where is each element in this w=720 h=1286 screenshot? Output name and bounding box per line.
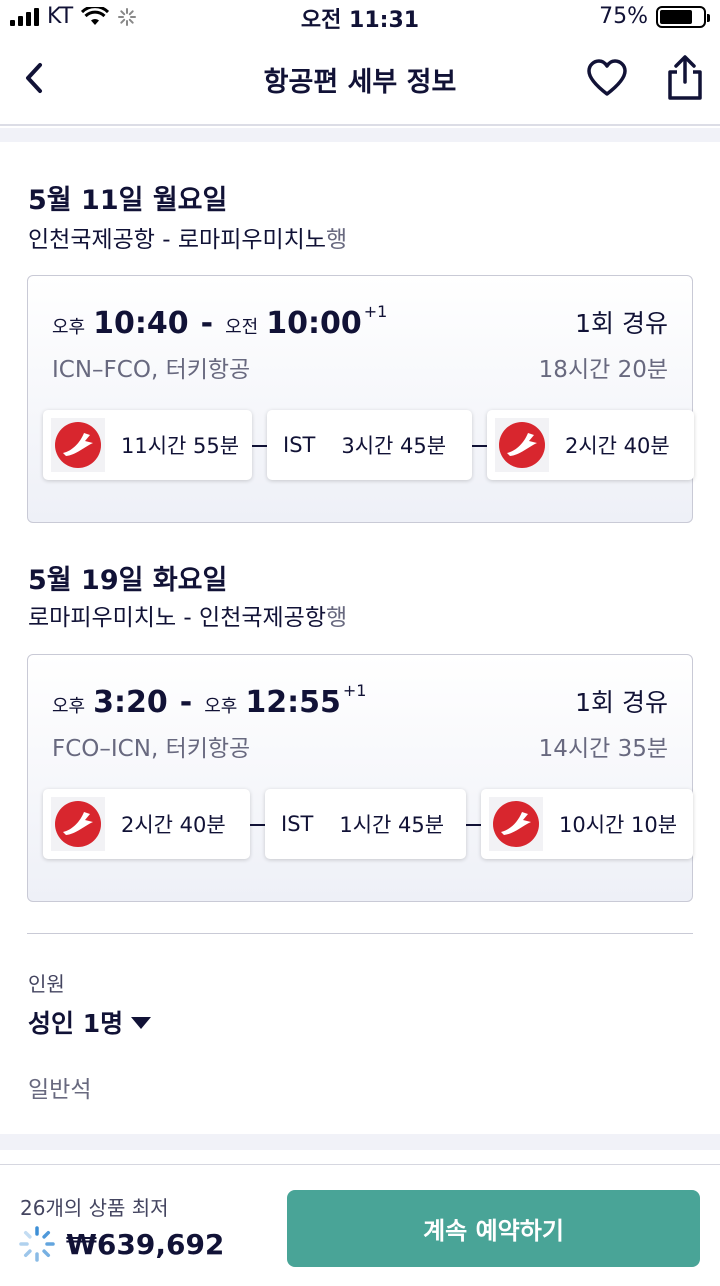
arrive-ampm: 오후 <box>204 696 238 717</box>
route-text: 인천국제공항 - 로마피우미치노 <box>28 227 327 253</box>
flight-segment: 10시간 10분 <box>481 789 693 859</box>
lowest-price: ₩639,692 <box>66 1227 225 1261</box>
route-text: 로마피우미치노 - 인천국제공항 <box>28 605 327 631</box>
turkish-airlines-logo <box>51 797 105 851</box>
route-suffix: 행 <box>326 227 348 253</box>
flight-card[interactable]: 오후 3:20 - 오후 12:55 +1 1회 경유 FCO–ICN, 터키항… <box>27 654 693 902</box>
total-duration: 18시간 20분 <box>538 357 668 383</box>
section-separator <box>0 1134 720 1150</box>
leg-route: 인천국제공항 - 로마피우미치노행 <box>28 220 347 254</box>
layover-airport: IST <box>283 433 316 457</box>
turkish-airlines-logo <box>489 797 543 851</box>
passengers-value: 성인 1명 <box>28 1009 124 1038</box>
depart-time: 10:40 <box>93 306 189 341</box>
flight-times: 오후 10:40 - 오전 10:00 +1 <box>52 302 387 341</box>
day-offset: +1 <box>342 681 367 700</box>
passengers-dropdown[interactable]: 성인 1명 <box>28 1004 152 1040</box>
booking-footer: 26개의 상품 최저 ₩639,692 계속 예약하기 <box>0 1164 720 1286</box>
flight-times: 오후 3:20 - 오후 12:55 +1 <box>52 681 366 720</box>
layover-segment: IST 1시간 45분 <box>265 789 466 859</box>
layover-segment: IST 3시간 45분 <box>267 410 472 480</box>
loading-spinner-icon <box>19 1226 55 1262</box>
day-offset: +1 <box>363 302 388 321</box>
turkish-airlines-logo <box>51 418 105 472</box>
segment-duration: 11시간 55분 <box>121 434 240 458</box>
divider <box>27 933 693 934</box>
time-separator: - <box>200 306 214 341</box>
continue-booking-button[interactable]: 계속 예약하기 <box>287 1190 700 1267</box>
leg-date: 5월 11일 월요일 <box>28 185 228 216</box>
time-separator: - <box>179 685 193 720</box>
segment-connector <box>466 824 481 826</box>
price-row: ₩639,692 <box>18 1225 224 1263</box>
status-bar: KT 오전 11:31 75% <box>0 0 720 34</box>
total-duration: 14시간 35분 <box>538 736 668 762</box>
status-right: 75% <box>599 4 710 29</box>
stops-count: 1회 경유 <box>575 309 668 338</box>
arrive-time: 12:55 <box>245 685 341 720</box>
nav-header: 항공편 세부 정보 <box>0 34 720 126</box>
flight-card[interactable]: 오후 10:40 - 오전 10:00 +1 1회 경유 ICN–FCO, 터키… <box>27 275 694 523</box>
leg-route: 로마피우미치노 - 인천국제공항행 <box>28 598 347 632</box>
passengers-label: 인원 <box>28 972 65 996</box>
route-suffix: 행 <box>326 605 348 631</box>
battery-icon <box>656 5 710 28</box>
depart-time: 3:20 <box>93 685 168 720</box>
segment-duration: 10시간 10분 <box>559 813 678 837</box>
segment-connector <box>250 824 265 826</box>
heart-icon[interactable] <box>586 58 628 100</box>
caret-down-icon <box>131 1017 152 1029</box>
flight-segment: 2시간 40분 <box>43 789 250 859</box>
offers-count: 26개의 상품 최저 <box>20 1196 169 1220</box>
segment-duration: 2시간 40분 <box>121 813 226 837</box>
flight-segment: 11시간 55분 <box>43 410 252 480</box>
section-separator <box>0 128 720 142</box>
airports-airline: ICN–FCO, 터키항공 <box>52 357 251 383</box>
stops-count: 1회 경유 <box>575 688 668 717</box>
share-icon[interactable] <box>664 54 706 102</box>
depart-ampm: 오후 <box>52 696 86 717</box>
arrive-time: 10:00 <box>266 306 362 341</box>
cabin-class: 일반석 <box>28 1077 92 1103</box>
depart-ampm: 오후 <box>52 317 86 338</box>
segment-connector <box>252 445 267 447</box>
battery-percent: 75% <box>599 4 648 29</box>
arrive-ampm: 오전 <box>225 317 259 338</box>
segment-connector <box>472 445 487 447</box>
turkish-airlines-logo <box>495 418 549 472</box>
leg-date: 5월 19일 화요일 <box>28 565 228 596</box>
layover-airport: IST <box>281 812 314 836</box>
segment-duration: 2시간 40분 <box>565 434 670 458</box>
airports-airline: FCO–ICN, 터키항공 <box>52 736 251 762</box>
layover-duration: 3시간 45분 <box>341 434 447 458</box>
flight-segment: 2시간 40분 <box>487 410 694 480</box>
layover-duration: 1시간 45분 <box>339 813 445 837</box>
battery-fill <box>660 9 692 24</box>
